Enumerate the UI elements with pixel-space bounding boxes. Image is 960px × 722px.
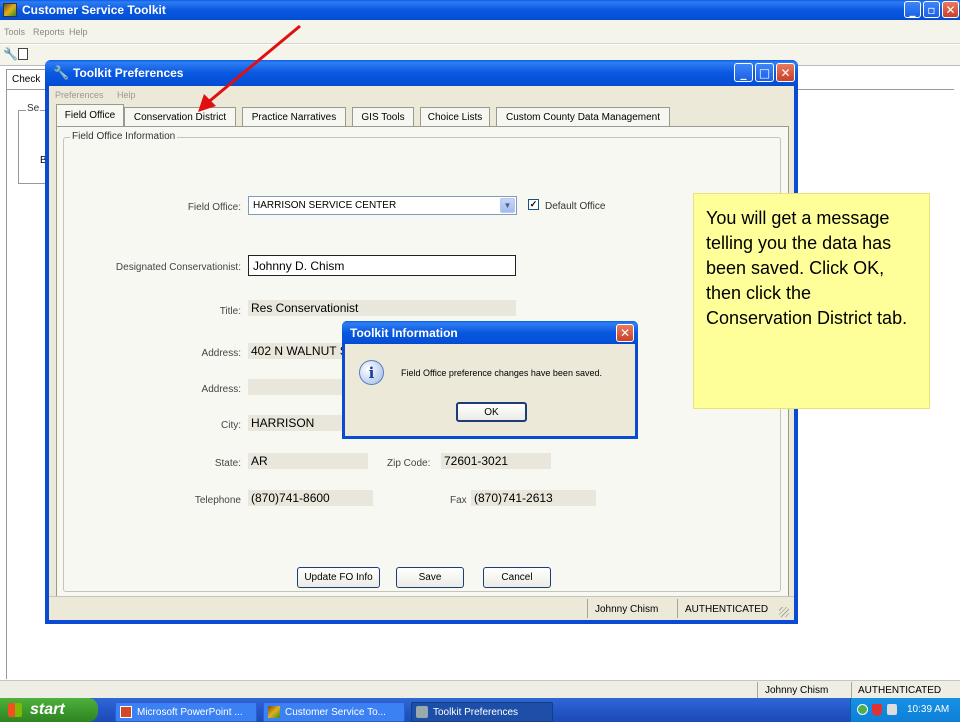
taskbar-item-powerpoint[interactable]: Microsoft PowerPoint ...: [115, 702, 257, 722]
title-label: Title:: [219, 306, 241, 317]
prefs-status-divider-1: [587, 599, 588, 618]
city-label: City:: [221, 420, 241, 431]
address2-label: Address:: [201, 384, 241, 395]
save-button[interactable]: Save: [396, 567, 464, 588]
resize-grip-icon[interactable]: [779, 607, 789, 617]
main-status-auth: AUTHENTICATED: [858, 685, 942, 696]
instruction-callout: You will get a message telling you the d…: [693, 193, 930, 409]
security-shield-icon[interactable]: [872, 704, 882, 716]
taskbar-item-powerpoint-label: Microsoft PowerPoint ...: [137, 706, 243, 718]
info-dialog-close-button[interactable]: ✕: [616, 324, 634, 342]
toolkit-app-icon: [268, 706, 280, 718]
volume-icon[interactable]: [887, 704, 897, 715]
prefs-status-auth: AUTHENTICATED: [685, 604, 769, 615]
instruction-callout-text: You will get a message telling you the d…: [706, 208, 908, 328]
field-office-select-value: HARRISON SERVICE CENTER: [253, 200, 397, 211]
prefs-menu-preferences[interactable]: Preferences: [55, 90, 104, 100]
zip-value: 72601-3021: [441, 453, 551, 469]
fax-value: (870)741-2613: [471, 490, 596, 506]
network-icon[interactable]: [857, 704, 868, 715]
tab-field-office[interactable]: Field Office: [56, 104, 124, 126]
windows-logo-icon: [8, 703, 22, 717]
prefs-status-bar: Johnny Chism AUTHENTICATED: [49, 596, 794, 620]
info-dialog: Toolkit Information ✕ i Field Office pre…: [342, 321, 638, 439]
tab-gis-tools[interactable]: GIS Tools: [352, 107, 414, 126]
pointer-arrow: [198, 24, 301, 112]
app-icon: [3, 3, 17, 17]
taskbar-item-toolkit-preferences-label: Toolkit Preferences: [433, 706, 519, 718]
information-icon: i: [359, 360, 384, 385]
tab-choice-lists[interactable]: Choice Lists: [420, 107, 490, 126]
wrench-icon[interactable]: 🔧: [3, 47, 18, 61]
prefs-window-title: Toolkit Preferences: [73, 66, 184, 80]
new-document-icon[interactable]: [18, 48, 28, 60]
taskbar-item-customer-service[interactable]: Customer Service To...: [263, 702, 405, 722]
menu-reports[interactable]: Reports: [33, 27, 65, 37]
main-menu-bar: Tools Reports Help: [0, 20, 960, 44]
zip-label: Zip Code:: [387, 458, 431, 469]
field-office-label: Field Office:: [187, 202, 241, 213]
ok-button[interactable]: OK: [456, 402, 527, 422]
prefs-status-divider-2: [677, 599, 678, 618]
main-tab-check-label: Check: [12, 74, 41, 85]
title-value: Res Conservationist: [248, 300, 516, 316]
designated-conservationist-value: Johnny D. Chism: [253, 259, 345, 273]
start-button[interactable]: start: [0, 698, 98, 722]
main-status-divider-2: [851, 682, 852, 698]
start-label: start: [30, 701, 65, 718]
prefs-status-user: Johnny Chism: [595, 604, 659, 615]
default-office-checkbox[interactable]: ✓: [528, 199, 539, 210]
telephone-label: Telephone: [194, 495, 241, 506]
taskbar-item-toolkit-preferences[interactable]: Toolkit Preferences: [411, 702, 553, 722]
main-title-bar[interactable]: Customer Service Toolkit: [0, 0, 960, 20]
info-dialog-body: i Field Office preference changes have b…: [345, 344, 635, 436]
wrench-icon: [416, 706, 428, 718]
powerpoint-icon: [120, 706, 132, 718]
field-office-select[interactable]: HARRISON SERVICE CENTER ▼: [248, 196, 517, 215]
main-close-button[interactable]: ✕: [942, 1, 959, 18]
taskbar-item-customer-service-label: Customer Service To...: [285, 706, 386, 718]
state-label: State:: [214, 458, 241, 469]
menu-tools[interactable]: Tools: [4, 27, 25, 37]
main-status-bar: Johnny Chism AUTHENTICATED: [0, 680, 960, 698]
designated-conservationist-label: Designated Conservationist:: [115, 262, 241, 273]
info-dialog-title: Toolkit Information: [350, 325, 458, 340]
address-label: Address:: [201, 348, 241, 359]
main-status-user: Johnny Chism: [765, 685, 829, 696]
default-office-label: Default Office: [545, 201, 606, 212]
prefs-maximize-button[interactable]: □: [755, 63, 774, 82]
tab-custom-county-data[interactable]: Custom County Data Management: [496, 107, 670, 126]
prefs-menu-help[interactable]: Help: [117, 90, 136, 100]
update-fo-info-button[interactable]: Update FO Info: [297, 567, 380, 588]
main-status-divider-1: [757, 682, 758, 698]
designated-conservationist-input[interactable]: Johnny D. Chism: [248, 255, 516, 276]
prefs-close-button[interactable]: ✕: [776, 63, 795, 82]
field-office-group-title: Field Office Information: [70, 131, 178, 142]
fax-label: Fax: [450, 495, 467, 506]
main-minimize-button[interactable]: _: [904, 1, 921, 18]
cancel-button[interactable]: Cancel: [483, 567, 551, 588]
info-dialog-title-bar[interactable]: Toolkit Information: [342, 321, 638, 344]
prefs-tab-strip: Field Office Conservation District Pract…: [54, 104, 789, 127]
clock[interactable]: 10:39 AM: [907, 704, 949, 715]
menu-help[interactable]: Help: [69, 27, 88, 37]
main-group-label: Se: [26, 103, 41, 114]
chevron-down-icon[interactable]: ▼: [500, 198, 515, 213]
prefs-minimize-button[interactable]: _: [734, 63, 753, 82]
taskbar: start Microsoft PowerPoint ... Customer …: [0, 698, 960, 722]
main-window-title: Customer Service Toolkit: [22, 3, 166, 17]
state-value: AR: [248, 453, 368, 469]
info-dialog-message: Field Office preference changes have bee…: [401, 368, 602, 378]
prefs-title-bar[interactable]: 🔧 Toolkit Preferences: [45, 60, 798, 86]
prefs-wrench-icon: 🔧: [53, 65, 70, 80]
main-restore-button[interactable]: ▫: [923, 1, 940, 18]
system-tray: 10:39 AM: [850, 698, 960, 722]
telephone-value: (870)741-8600: [248, 490, 373, 506]
